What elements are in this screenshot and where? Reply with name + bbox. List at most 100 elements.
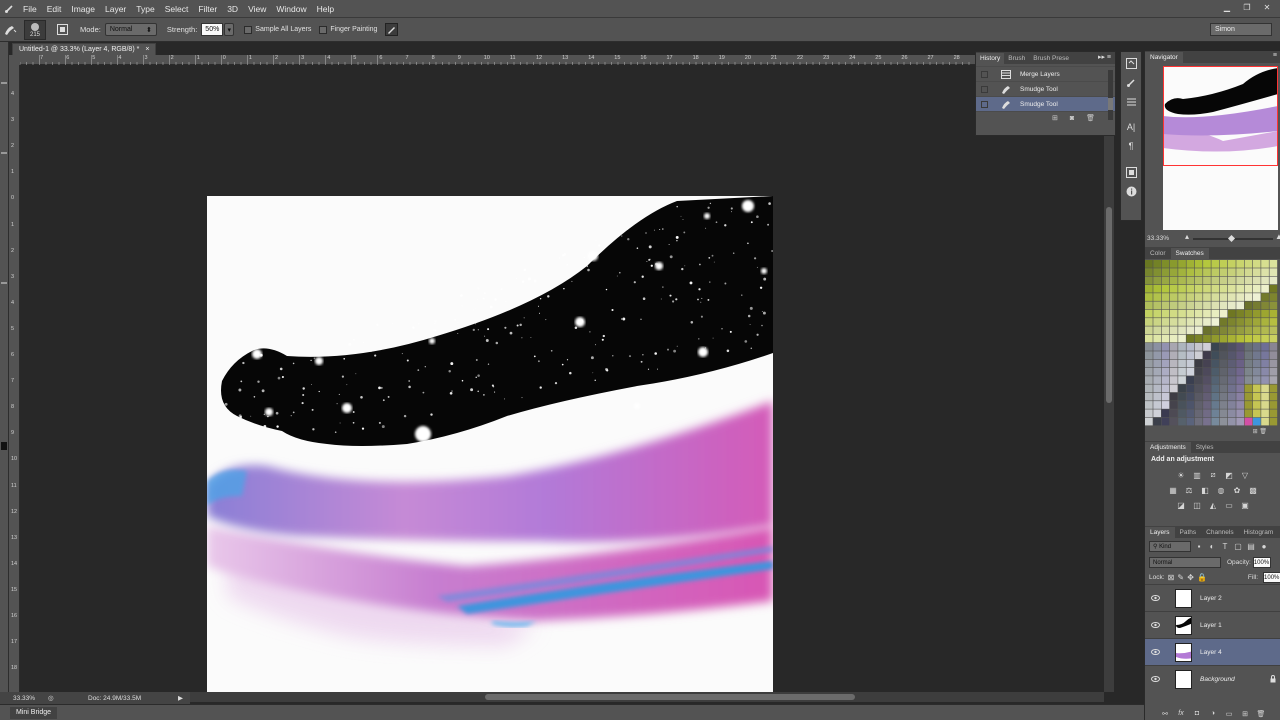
color-swatch[interactable]: [1161, 359, 1170, 368]
color-swatch[interactable]: [1261, 260, 1269, 268]
color-swatch[interactable]: [1236, 409, 1244, 418]
color-swatch[interactable]: [1194, 401, 1203, 409]
color-swatch[interactable]: [1211, 376, 1220, 384]
color-swatch[interactable]: [1203, 376, 1211, 384]
tool-preset-picker[interactable]: [0, 20, 20, 40]
color-swatch[interactable]: [1194, 301, 1203, 310]
color-swatch[interactable]: [1244, 343, 1253, 351]
color-swatch[interactable]: [1228, 318, 1236, 326]
color-swatch[interactable]: [1161, 343, 1170, 351]
zoom-out-icon[interactable]: ▴: [1185, 232, 1189, 241]
color-swatch[interactable]: [1244, 417, 1253, 426]
color-swatch[interactable]: [1269, 309, 1278, 318]
color-swatch[interactable]: [1178, 293, 1186, 301]
color-swatch[interactable]: [1252, 293, 1261, 301]
color-swatch[interactable]: [1252, 376, 1261, 384]
color-swatch[interactable]: [1203, 318, 1211, 326]
color-swatch[interactable]: [1203, 301, 1211, 310]
color-swatch[interactable]: [1219, 401, 1228, 409]
color-swatch[interactable]: [1145, 417, 1153, 426]
color-swatch[interactable]: [1194, 392, 1203, 401]
color-swatch[interactable]: [1169, 276, 1178, 285]
layer-row[interactable]: Layer 2: [1145, 584, 1280, 611]
color-swatch[interactable]: [1153, 284, 1161, 293]
color-swatch[interactable]: [1219, 376, 1228, 384]
color-swatch[interactable]: [1219, 260, 1228, 268]
menu-type[interactable]: Type: [131, 0, 159, 18]
color-swatch[interactable]: [1228, 401, 1236, 409]
color-swatch[interactable]: [1269, 260, 1278, 268]
threshold-icon[interactable]: ◭: [1207, 499, 1220, 511]
color-swatch[interactable]: [1145, 409, 1153, 418]
levels-icon[interactable]: ▥: [1191, 469, 1204, 481]
color-swatch[interactable]: [1261, 326, 1269, 335]
color-swatch[interactable]: [1236, 392, 1244, 401]
color-swatch[interactable]: [1244, 260, 1253, 268]
color-swatch[interactable]: [1211, 334, 1220, 343]
color-swatch[interactable]: [1153, 276, 1161, 285]
tab-brush-presets[interactable]: Brush Prese: [1029, 53, 1073, 64]
color-swatch[interactable]: [1252, 301, 1261, 310]
color-swatch[interactable]: [1153, 268, 1161, 276]
color-swatch[interactable]: [1153, 392, 1161, 401]
color-swatch[interactable]: [1211, 301, 1220, 310]
color-swatch[interactable]: [1194, 351, 1203, 359]
color-swatch[interactable]: [1269, 343, 1278, 351]
workspace-select[interactable]: Simon: [1210, 23, 1272, 36]
history-panel-icon[interactable]: [1121, 55, 1141, 71]
horizontal-scrollbar[interactable]: [190, 692, 1104, 702]
color-swatch[interactable]: [1211, 318, 1220, 326]
color-swatch[interactable]: [1261, 334, 1269, 343]
color-swatch[interactable]: [1169, 343, 1178, 351]
brush-size-picker[interactable]: 215: [24, 19, 46, 40]
color-swatch[interactable]: [1194, 284, 1203, 293]
color-swatch[interactable]: [1194, 268, 1203, 276]
color-swatch[interactable]: [1186, 309, 1195, 318]
minimize-icon[interactable]: ▁: [1218, 1, 1236, 13]
layer-row[interactable]: Background: [1145, 665, 1280, 692]
color-swatch[interactable]: [1261, 384, 1269, 393]
color-swatch[interactable]: [1244, 318, 1253, 326]
menu-3d[interactable]: 3D: [222, 0, 243, 18]
zoom-slider-knob[interactable]: [1227, 234, 1236, 243]
color-swatch[interactable]: [1244, 326, 1253, 335]
visibility-eye-icon[interactable]: [1148, 622, 1162, 628]
menu-window[interactable]: Window: [271, 0, 311, 18]
color-swatch[interactable]: [1169, 301, 1178, 310]
color-swatch[interactable]: [1244, 309, 1253, 318]
document-tab[interactable]: Untitled-1 @ 33.3% (Layer 4, RGB/8) * ×: [12, 43, 157, 55]
menu-filter[interactable]: Filter: [193, 0, 222, 18]
color-swatch[interactable]: [1269, 351, 1278, 359]
color-swatch[interactable]: [1203, 293, 1211, 301]
color-swatch[interactable]: [1236, 268, 1244, 276]
brush-panel-icon[interactable]: [1121, 74, 1141, 90]
type-filter-icon[interactable]: T: [1220, 541, 1230, 551]
layer-row[interactable]: Layer 4: [1145, 638, 1280, 665]
color-swatch[interactable]: [1194, 276, 1203, 285]
color-swatch[interactable]: [1203, 334, 1211, 343]
scroll-thumb[interactable]: [485, 694, 855, 700]
color-swatch[interactable]: [1194, 309, 1203, 318]
scroll-thumb[interactable]: [1108, 98, 1113, 110]
color-swatch[interactable]: [1219, 384, 1228, 393]
info-panel-icon[interactable]: [1121, 183, 1141, 199]
color-swatch[interactable]: [1252, 351, 1261, 359]
color-swatch[interactable]: [1211, 276, 1220, 285]
color-swatch[interactable]: [1153, 409, 1161, 418]
color-swatch[interactable]: [1145, 301, 1153, 310]
color-swatch[interactable]: [1236, 293, 1244, 301]
strength-input[interactable]: 50%: [201, 23, 224, 36]
color-swatch[interactable]: [1244, 284, 1253, 293]
invert-icon[interactable]: ◪: [1175, 499, 1188, 511]
color-swatch[interactable]: [1178, 326, 1186, 335]
color-swatch[interactable]: [1178, 351, 1186, 359]
menu-edit[interactable]: Edit: [42, 0, 67, 18]
color-swatch[interactable]: [1186, 301, 1195, 310]
color-swatch[interactable]: [1145, 260, 1153, 268]
color-swatch[interactable]: [1203, 284, 1211, 293]
color-swatch[interactable]: [1194, 359, 1203, 368]
lock-position-icon[interactable]: ✥: [1187, 572, 1194, 582]
color-swatch[interactable]: [1269, 268, 1278, 276]
color-swatch[interactable]: [1219, 351, 1228, 359]
color-swatch[interactable]: [1261, 351, 1269, 359]
